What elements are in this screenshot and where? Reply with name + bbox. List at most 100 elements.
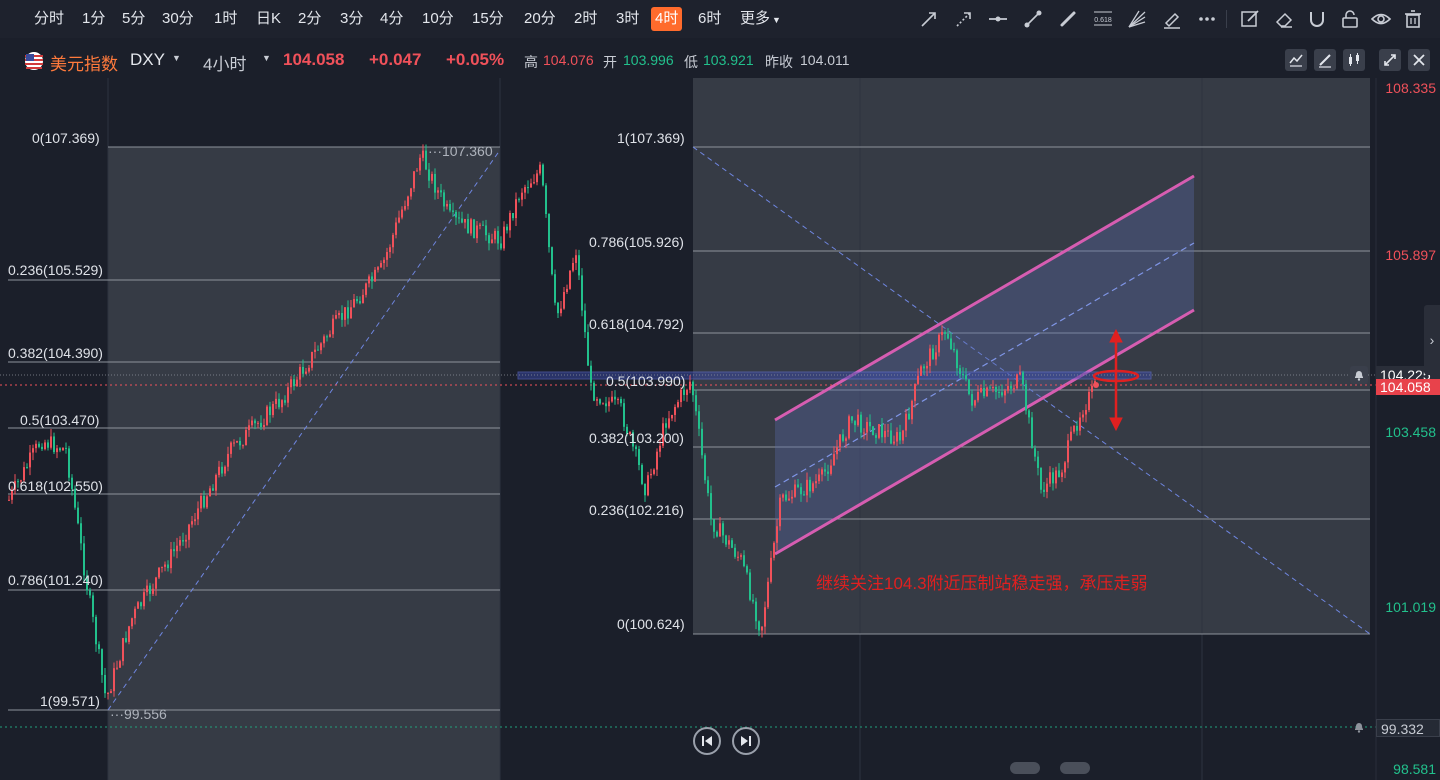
candle-body: [158, 567, 160, 578]
tf-30m[interactable]: 30分: [158, 7, 198, 31]
candle-body: [863, 432, 865, 434]
candle-body: [848, 416, 850, 439]
price-chart[interactable]: [0, 38, 1440, 780]
candle-body: [605, 403, 607, 407]
scroll-start-button[interactable]: [693, 727, 721, 755]
eraser-icon[interactable]: [1271, 6, 1297, 32]
tf-daily[interactable]: 日K: [252, 7, 285, 31]
candle-style-button[interactable]: [1343, 49, 1365, 71]
more-dots-icon[interactable]: [1194, 6, 1220, 32]
candle-body: [320, 343, 322, 351]
close-chart-button[interactable]: [1408, 49, 1430, 71]
period-label[interactable]: 4小时: [203, 50, 246, 75]
candle-body: [377, 267, 379, 270]
candle-body: [878, 424, 880, 438]
candle-body: [803, 494, 805, 496]
tf-2m[interactable]: 2分: [294, 7, 325, 31]
left-fib-label: 1(99.571): [40, 693, 100, 709]
alert-bell-icon[interactable]: [1350, 718, 1368, 736]
scroll-end-button[interactable]: [732, 727, 760, 755]
tf-6h[interactable]: 6时: [694, 7, 725, 31]
magnet-icon[interactable]: [1304, 6, 1330, 32]
tf-3m[interactable]: 3分: [336, 7, 367, 31]
tf-fenshi[interactable]: 分时: [30, 7, 68, 31]
candle-body: [65, 447, 67, 449]
tf-1m[interactable]: 1分: [78, 7, 109, 31]
candle-body: [80, 523, 82, 544]
candle-body: [752, 599, 754, 602]
candle-body: [119, 661, 121, 668]
candle-body: [929, 348, 931, 366]
zoom-out-control[interactable]: [1010, 762, 1040, 774]
candle-body: [944, 332, 946, 334]
candle-body: [341, 312, 343, 320]
candle-body: [1079, 417, 1081, 431]
ray-icon[interactable]: [951, 6, 977, 32]
candle-body: [1004, 390, 1006, 396]
candle-body: [260, 422, 262, 427]
indicator-button[interactable]: [1285, 49, 1307, 71]
panel-toggle[interactable]: ›: [1424, 305, 1440, 375]
candle-body: [482, 224, 484, 226]
fib-icon[interactable]: 0.618: [1090, 6, 1116, 32]
right-fib-label: 0.236(102.216): [589, 502, 684, 518]
candle-body: [182, 540, 184, 542]
candle-body: [347, 307, 349, 319]
candle-body: [530, 183, 532, 188]
lock-icon[interactable]: [1337, 6, 1363, 32]
candle-body: [602, 403, 604, 405]
candle-body: [608, 401, 610, 407]
period-caret-icon[interactable]: ▼: [262, 53, 271, 63]
fan-icon[interactable]: [1124, 6, 1150, 32]
candle-body: [362, 294, 364, 304]
tf-4h[interactable]: 4时: [651, 7, 683, 31]
candle-body: [47, 442, 49, 448]
candle-body: [737, 556, 739, 558]
candle-body: [155, 577, 157, 589]
candle-body: [941, 332, 943, 335]
bell-icon[interactable]: [1350, 366, 1368, 384]
candle-body: [95, 616, 97, 645]
trend-line-icon[interactable]: [916, 6, 942, 32]
candle-body: [1043, 489, 1045, 492]
tf-2h[interactable]: 2时: [570, 7, 601, 31]
segment-icon[interactable]: [1020, 6, 1046, 32]
symbol-caret-icon[interactable]: ▼: [172, 53, 181, 63]
candle-body: [152, 588, 154, 594]
edit-icon[interactable]: [1237, 6, 1263, 32]
eye-icon[interactable]: [1368, 6, 1394, 32]
more-label: 更多: [740, 10, 771, 27]
highlighter-icon[interactable]: [1159, 6, 1185, 32]
horizontal-line-icon[interactable]: [985, 6, 1011, 32]
symbol-code[interactable]: DXY: [130, 50, 165, 70]
tf-3h[interactable]: 3时: [612, 7, 643, 31]
tf-10m[interactable]: 10分: [418, 7, 458, 31]
tf-5m[interactable]: 5分: [118, 7, 149, 31]
candle-body: [539, 164, 541, 174]
candle-body: [953, 348, 955, 351]
candle-body: [221, 466, 223, 474]
symbol-name[interactable]: 美元指数: [50, 50, 118, 75]
candle-body: [593, 382, 595, 401]
zoom-in-control[interactable]: [1060, 762, 1090, 774]
candle-body: [1031, 417, 1033, 449]
trash-icon[interactable]: [1400, 6, 1426, 32]
candle-body: [149, 585, 151, 594]
tf-20m[interactable]: 20分: [520, 7, 560, 31]
annotation-text[interactable]: 继续关注104.3附近压制站稳走强，承压走弱: [816, 569, 1148, 594]
draw-button[interactable]: [1314, 49, 1336, 71]
fullscreen-button[interactable]: [1379, 49, 1401, 71]
tf-15m[interactable]: 15分: [468, 7, 508, 31]
high-value: 104.076: [543, 52, 594, 68]
candle-body: [1007, 385, 1009, 391]
candle-body: [428, 169, 430, 181]
candle-body: [269, 406, 271, 416]
tf-1h[interactable]: 1时: [210, 7, 241, 31]
candle-body: [698, 411, 700, 429]
left-fib-label: 0.236(105.529): [8, 262, 103, 278]
candle-body: [911, 400, 913, 420]
brush-icon[interactable]: [1055, 6, 1081, 32]
tf-more[interactable]: 更多 ▼: [736, 7, 785, 31]
candle-body: [110, 691, 112, 694]
tf-4m[interactable]: 4分: [376, 7, 407, 31]
